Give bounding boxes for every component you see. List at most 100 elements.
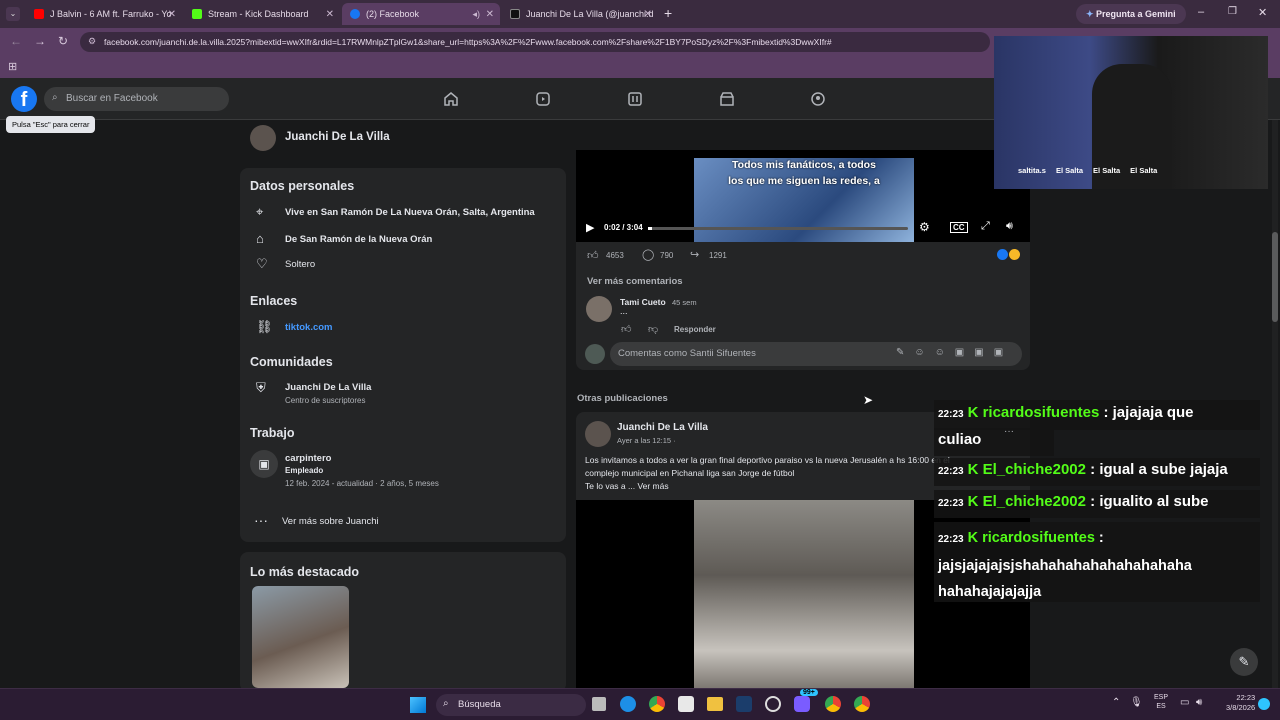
comment-tools-icons[interactable]: ✎☺☺▣▣▣: [896, 347, 1013, 358]
language-indicator[interactable]: ESP ES: [1154, 693, 1168, 711]
tab-tiktok[interactable]: Juanchi De La Villa (@juanchi.d ✕: [502, 3, 658, 25]
close-tab-icon[interactable]: ✕: [168, 9, 176, 20]
search-input[interactable]: ⌕ Buscar en Facebook: [44, 87, 229, 111]
tab-label: J Balvin - 6 AM ft. Farruko - Yo: [50, 9, 172, 19]
forward-arrow-icon[interactable]: →: [34, 34, 46, 48]
see-more-about-link[interactable]: Ver más sobre Juanchi: [282, 516, 379, 527]
commenter-avatar[interactable]: [586, 296, 612, 322]
store-icon[interactable]: [678, 696, 694, 712]
kick-icon: [192, 9, 202, 19]
chat-message: 22:23 K El_chiche2002 : igualito al sube: [934, 490, 1260, 518]
video-progress-bar[interactable]: [648, 227, 908, 230]
edge-icon[interactable]: [620, 696, 636, 712]
task-view-icon[interactable]: [592, 697, 606, 711]
tray-chevron-icon[interactable]: ⌃: [1112, 697, 1120, 708]
video-icon[interactable]: [627, 91, 643, 107]
volume-icon[interactable]: 🔊︎: [1196, 697, 1202, 708]
profile-avatar[interactable]: [250, 125, 276, 151]
lang-code: ESP: [1154, 694, 1169, 701]
post-author-name[interactable]: Juanchi De La Villa: [617, 422, 708, 433]
clock[interactable]: 22:23 3/8/2026: [1226, 693, 1255, 713]
new-message-compose-icon[interactable]: ✎: [1230, 648, 1258, 676]
reply-link[interactable]: Responder: [674, 325, 716, 334]
gaming-icon[interactable]: [810, 91, 826, 107]
tab-kick-dashboard[interactable]: Stream - Kick Dashboard ✕: [184, 3, 340, 25]
minimize-button[interactable]: –: [1198, 6, 1204, 18]
post-time[interactable]: Ayer a las 12:15 ·: [617, 436, 676, 445]
highlight-thumbnail[interactable]: [252, 586, 349, 688]
taskbar-search-label: Búsqueda: [458, 699, 501, 710]
community-name[interactable]: Juanchi De La Villa: [285, 382, 371, 393]
close-tab-icon[interactable]: ✕: [326, 9, 334, 20]
more-dots-icon: ···: [254, 512, 268, 528]
network-icon[interactable]: ▭: [1180, 697, 1189, 708]
chrome-profile-2-icon[interactable]: [854, 696, 870, 712]
tab-label: (2) Facebook: [366, 9, 420, 19]
comment-text: ...: [620, 306, 628, 316]
close-window-button[interactable]: ✕: [1258, 6, 1267, 19]
gemini-button[interactable]: ✦ Pregunta a Gemini: [1076, 4, 1186, 24]
social-handles-bar: saltita.s El Salta El Salta El Salta: [994, 166, 1268, 180]
like-icon[interactable]: 👍︎: [587, 249, 599, 262]
facebook-icon: [350, 9, 360, 19]
steam-icon[interactable]: [736, 696, 752, 712]
play-icon[interactable]: ▶: [586, 221, 594, 234]
fullscreen-icon[interactable]: ⤢: [981, 220, 990, 233]
chat-message-continued: culiao: [934, 428, 1054, 456]
tiktok-link[interactable]: tiktok.com: [285, 322, 333, 333]
gemini-label: Pregunta a Gemini: [1096, 9, 1176, 19]
mic-icon[interactable]: 🎙︎: [1130, 697, 1143, 708]
lives-in-text: Vive en San Ramón De La Nueva Orán, Salt…: [285, 207, 535, 218]
home-icon[interactable]: [443, 91, 459, 107]
chat-user: ricardosifuentes: [982, 530, 1095, 546]
close-tab-icon[interactable]: ✕: [644, 9, 652, 20]
close-tab-icon[interactable]: ✕: [486, 9, 494, 20]
apps-grid-icon[interactable]: ⊞: [8, 60, 17, 73]
comment-input[interactable]: Comentas como Santii Sifuentes ✎☺☺▣▣▣: [610, 342, 1022, 366]
see-more-comments-link[interactable]: Ver más comentarios: [587, 276, 683, 287]
reload-icon[interactable]: ↻: [58, 34, 68, 48]
speaker-icon[interactable]: ◂): [472, 9, 480, 20]
video-player[interactable]: Todos mis fanáticos, a todos los que me …: [576, 150, 1030, 242]
file-explorer-icon[interactable]: [707, 697, 723, 711]
facebook-logo-icon[interactable]: f: [11, 86, 37, 112]
new-tab-button[interactable]: +: [664, 5, 672, 21]
chat-user: ricardosifuentes: [982, 404, 1100, 421]
comment-like-icon[interactable]: 👍︎: [621, 323, 631, 335]
tab-search-chevron-icon[interactable]: ⌄: [6, 7, 20, 21]
reels-icon[interactable]: [535, 91, 551, 107]
discord-icon[interactable]: [794, 696, 810, 712]
webcam-overlay: saltita.s El Salta El Salta El Salta: [994, 36, 1268, 189]
maximize-button[interactable]: ❐: [1228, 6, 1237, 17]
tab-youtube[interactable]: J Balvin - 6 AM ft. Farruko - Yo ✕: [26, 3, 182, 25]
post-text-line-3[interactable]: Te lo vas a ... Ver más: [585, 481, 669, 491]
kick-badge-icon: K: [967, 493, 983, 510]
marketplace-icon[interactable]: [719, 91, 735, 107]
captions-icon[interactable]: CC: [950, 222, 968, 233]
chrome-icon[interactable]: [649, 696, 665, 712]
chat-time: 22:23: [938, 466, 964, 477]
chrome-profile-icon[interactable]: [825, 696, 841, 712]
tab-facebook[interactable]: (2) Facebook ◂) ✕: [342, 3, 500, 25]
post-options-icon[interactable]: ···: [1004, 426, 1014, 437]
kick-badge-icon: K: [967, 461, 983, 478]
settings-gear-icon[interactable]: ⚙: [919, 220, 930, 234]
volume-icon[interactable]: 🔊︎: [1006, 220, 1013, 233]
obs-icon[interactable]: [765, 696, 781, 712]
notification-center-icon[interactable]: [1258, 698, 1270, 710]
page-scrollbar[interactable]: [1272, 120, 1278, 688]
profile-name[interactable]: Juanchi De La Villa: [285, 131, 390, 143]
url-field[interactable]: ⚙ facebook.com/juanchi.de.la.villa.2025?…: [80, 32, 990, 52]
post-author-avatar[interactable]: [585, 421, 611, 447]
scrollbar-thumb[interactable]: [1272, 232, 1278, 322]
taskbar-search[interactable]: ⌕ Búsqueda: [436, 694, 586, 716]
back-arrow-icon[interactable]: ←: [10, 34, 22, 48]
comment-time: 45 sem: [672, 298, 697, 307]
comment-dislike-icon[interactable]: 👎︎: [648, 323, 658, 335]
windows-start-icon[interactable]: [410, 697, 426, 713]
job-dates: 12 feb. 2024 - actualidad · 2 años, 5 me…: [285, 479, 439, 488]
site-info-icon[interactable]: ⚙: [88, 36, 96, 47]
share-icon[interactable]: ↪: [690, 248, 699, 261]
comment-icon[interactable]: ◯: [642, 248, 654, 261]
job-status: Empleado: [285, 466, 324, 475]
